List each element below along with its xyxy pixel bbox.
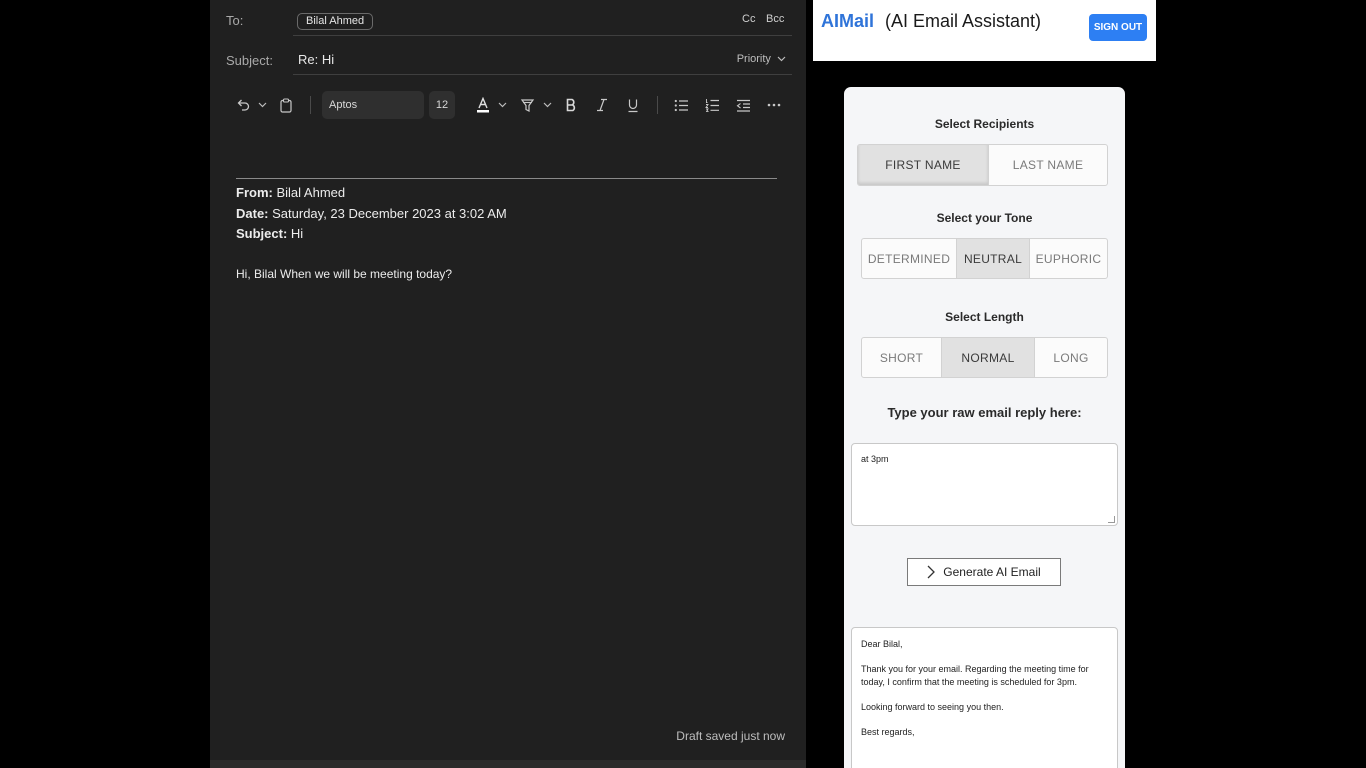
to-underline — [293, 35, 792, 36]
tone-neutral-option[interactable]: NEUTRAL — [957, 239, 1030, 278]
font-color-icon[interactable] — [474, 90, 492, 120]
quote-from-label: From: — [236, 185, 273, 200]
font-family-select[interactable]: Aptos — [322, 91, 424, 119]
length-normal-option[interactable]: NORMAL — [942, 338, 1035, 377]
bullet-list-icon[interactable] — [672, 90, 690, 120]
sign-out-button[interactable]: SIGN OUT — [1089, 14, 1147, 41]
generated-email-output[interactable]: Dear Bilal, Thank you for your email. Re… — [851, 627, 1118, 768]
screen: To: Bilal Ahmed Cc Bcc Subject: Re: Hi P… — [0, 0, 1366, 768]
chevron-right-icon — [927, 565, 936, 579]
subject-row: Subject: Re: Hi Priority — [210, 40, 806, 76]
raw-email-value: at 3pm — [861, 454, 889, 464]
quote-subject-value: Hi — [287, 226, 304, 241]
more-icon[interactable] — [765, 90, 783, 120]
quote-subject: Subject: Hi — [236, 226, 303, 241]
output-greeting: Dear Bilal, — [861, 639, 903, 649]
quote-subject-label: Subject: — [236, 226, 288, 241]
highlight-icon[interactable] — [518, 90, 536, 120]
subject-input[interactable]: Re: Hi — [298, 52, 334, 67]
quote-divider — [236, 178, 777, 179]
italic-icon[interactable] — [593, 90, 611, 120]
generate-ai-email-button[interactable]: Generate AI Email — [907, 558, 1061, 586]
compose-bottom-edge — [210, 760, 806, 768]
bcc-button[interactable]: Bcc — [766, 13, 784, 25]
draft-status: Draft saved just now — [676, 729, 785, 743]
font-color-chevron-icon[interactable] — [496, 90, 508, 120]
chevron-down-icon — [777, 56, 786, 62]
length-short-option[interactable]: SHORT — [862, 338, 942, 377]
message-body[interactable]: Hi, Bilal When we will be meeting today? — [236, 267, 452, 281]
quote-from: From: Bilal Ahmed — [236, 185, 345, 200]
priority-dropdown[interactable]: Priority — [737, 53, 786, 65]
compose-pane: To: Bilal Ahmed Cc Bcc Subject: Re: Hi P… — [210, 0, 806, 768]
tone-toggle: DETERMINED NEUTRAL EUPHORIC — [861, 238, 1108, 279]
numbered-list-icon[interactable] — [703, 90, 721, 120]
raw-email-textarea[interactable]: at 3pm — [851, 443, 1118, 526]
brand-logo: AIMail — [821, 11, 875, 31]
cc-button[interactable]: Cc — [742, 13, 755, 25]
highlight-chevron-icon[interactable] — [541, 90, 553, 120]
resize-handle-icon[interactable] — [1108, 516, 1115, 523]
clipboard-icon[interactable] — [278, 90, 294, 120]
length-title: Select Length — [945, 310, 1024, 324]
output-paragraph-1: Thank you for your email. Regarding the … — [861, 664, 1089, 687]
priority-label: Priority — [736, 53, 771, 65]
quote-date-value: Saturday, 23 December 2023 at 3:02 AM — [268, 206, 507, 221]
toolbar-separator — [310, 96, 311, 114]
output-paragraph-2: Looking forward to seeing you then. — [861, 702, 1004, 712]
to-label: To: — [226, 13, 244, 28]
format-toolbar: Aptos 12 — [232, 90, 792, 120]
subject-underline — [293, 74, 792, 75]
tone-determined-option[interactable]: DETERMINED — [862, 239, 957, 278]
brand-subtitle: (AI Email Assistant) — [885, 11, 1042, 31]
font-size-select[interactable]: 12 — [429, 91, 455, 119]
toolbar-separator — [657, 96, 658, 114]
tone-euphoric-option[interactable]: EUPHORIC — [1030, 239, 1107, 278]
quote-from-value: Bilal Ahmed — [272, 185, 346, 200]
recipient-chip[interactable]: Bilal Ahmed — [297, 13, 374, 30]
subject-label: Subject: — [226, 53, 273, 68]
bold-icon[interactable] — [562, 90, 580, 120]
tone-title: Select your Tone — [936, 211, 1033, 225]
output-closing: Best regards, — [861, 727, 915, 737]
outdent-icon[interactable] — [734, 90, 752, 120]
undo-chevron-icon[interactable] — [256, 90, 268, 120]
raw-email-title: Type your raw email reply here: — [887, 405, 1082, 420]
last-name-option[interactable]: LAST NAME — [989, 145, 1107, 185]
underline-icon[interactable] — [624, 90, 642, 120]
ai-panel-card: Select Recipients FIRST NAME LAST NAME S… — [844, 87, 1125, 768]
length-long-option[interactable]: LONG — [1035, 338, 1107, 377]
to-row: To: Bilal Ahmed Cc Bcc — [210, 0, 806, 38]
quote-date-label: Date: — [236, 206, 269, 221]
recipients-toggle: FIRST NAME LAST NAME — [857, 144, 1108, 186]
generate-label: Generate AI Email — [943, 565, 1041, 579]
recipients-title: Select Recipients — [934, 117, 1035, 131]
ai-panel-header: AIMail (AI Email Assistant) SIGN OUT — [813, 0, 1156, 61]
undo-icon[interactable] — [234, 90, 252, 120]
quote-date: Date: Saturday, 23 December 2023 at 3:02… — [236, 206, 507, 221]
length-toggle: SHORT NORMAL LONG — [861, 337, 1108, 378]
first-name-option[interactable]: FIRST NAME — [858, 145, 989, 185]
